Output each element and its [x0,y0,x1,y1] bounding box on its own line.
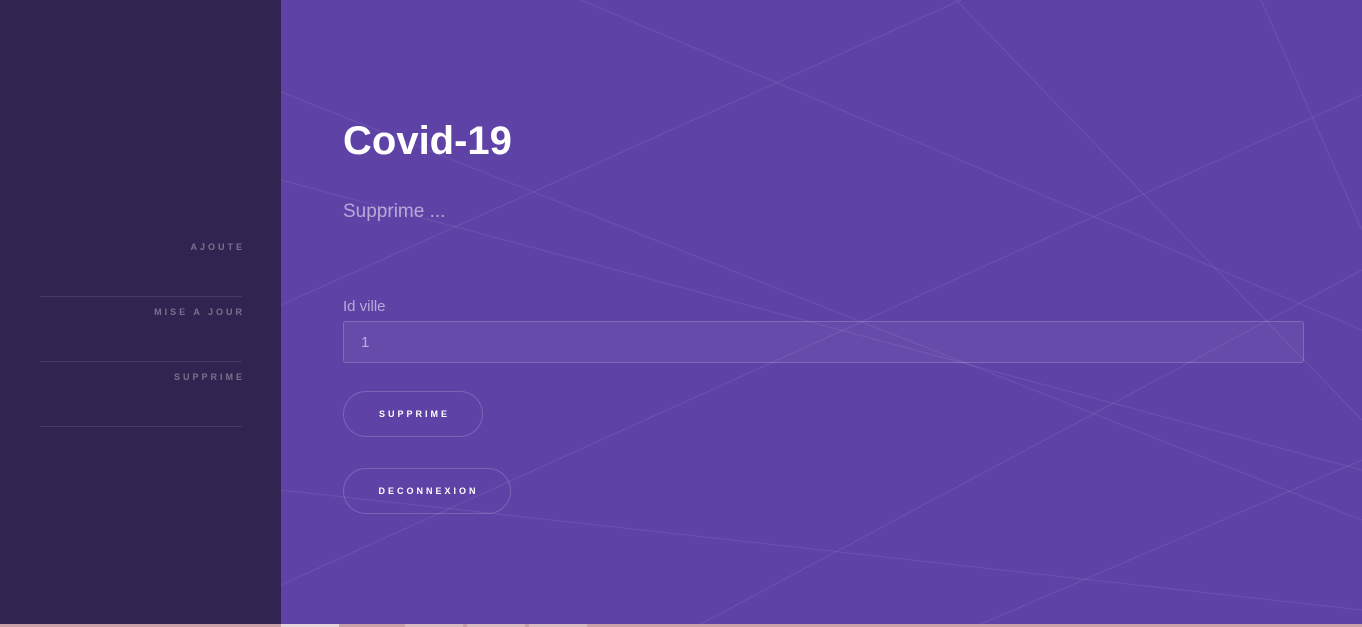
app-window: AJOUTE MISE A JOUR SUPPRIME Covid-19 Sup… [0,0,1362,624]
sidebar-link-mise-a-jour[interactable]: MISE A JOUR [154,307,245,317]
page-subtitle: Supprime ... [343,201,446,222]
supprime-button[interactable]: SUPPRIME [343,391,483,437]
sidebar-item-supprime: SUPPRIME [40,362,242,427]
sidebar-menu: AJOUTE MISE A JOUR SUPPRIME [40,232,242,427]
deconnexion-button[interactable]: DECONNEXION [343,468,511,514]
sidebar: AJOUTE MISE A JOUR SUPPRIME [0,0,281,624]
sidebar-link-ajoute[interactable]: AJOUTE [190,242,245,252]
sidebar-item-ajoute: AJOUTE [40,232,242,297]
id-ville-label: Id ville [343,298,386,315]
page-title: Covid-19 [343,119,512,163]
sidebar-item-mise-a-jour: MISE A JOUR [40,297,242,362]
id-ville-input[interactable] [343,321,1304,363]
sidebar-link-supprime[interactable]: SUPPRIME [174,372,245,382]
main-panel: Covid-19 Supprime ... Id ville SUPPRIME … [281,0,1362,624]
background-lines [281,0,1362,624]
